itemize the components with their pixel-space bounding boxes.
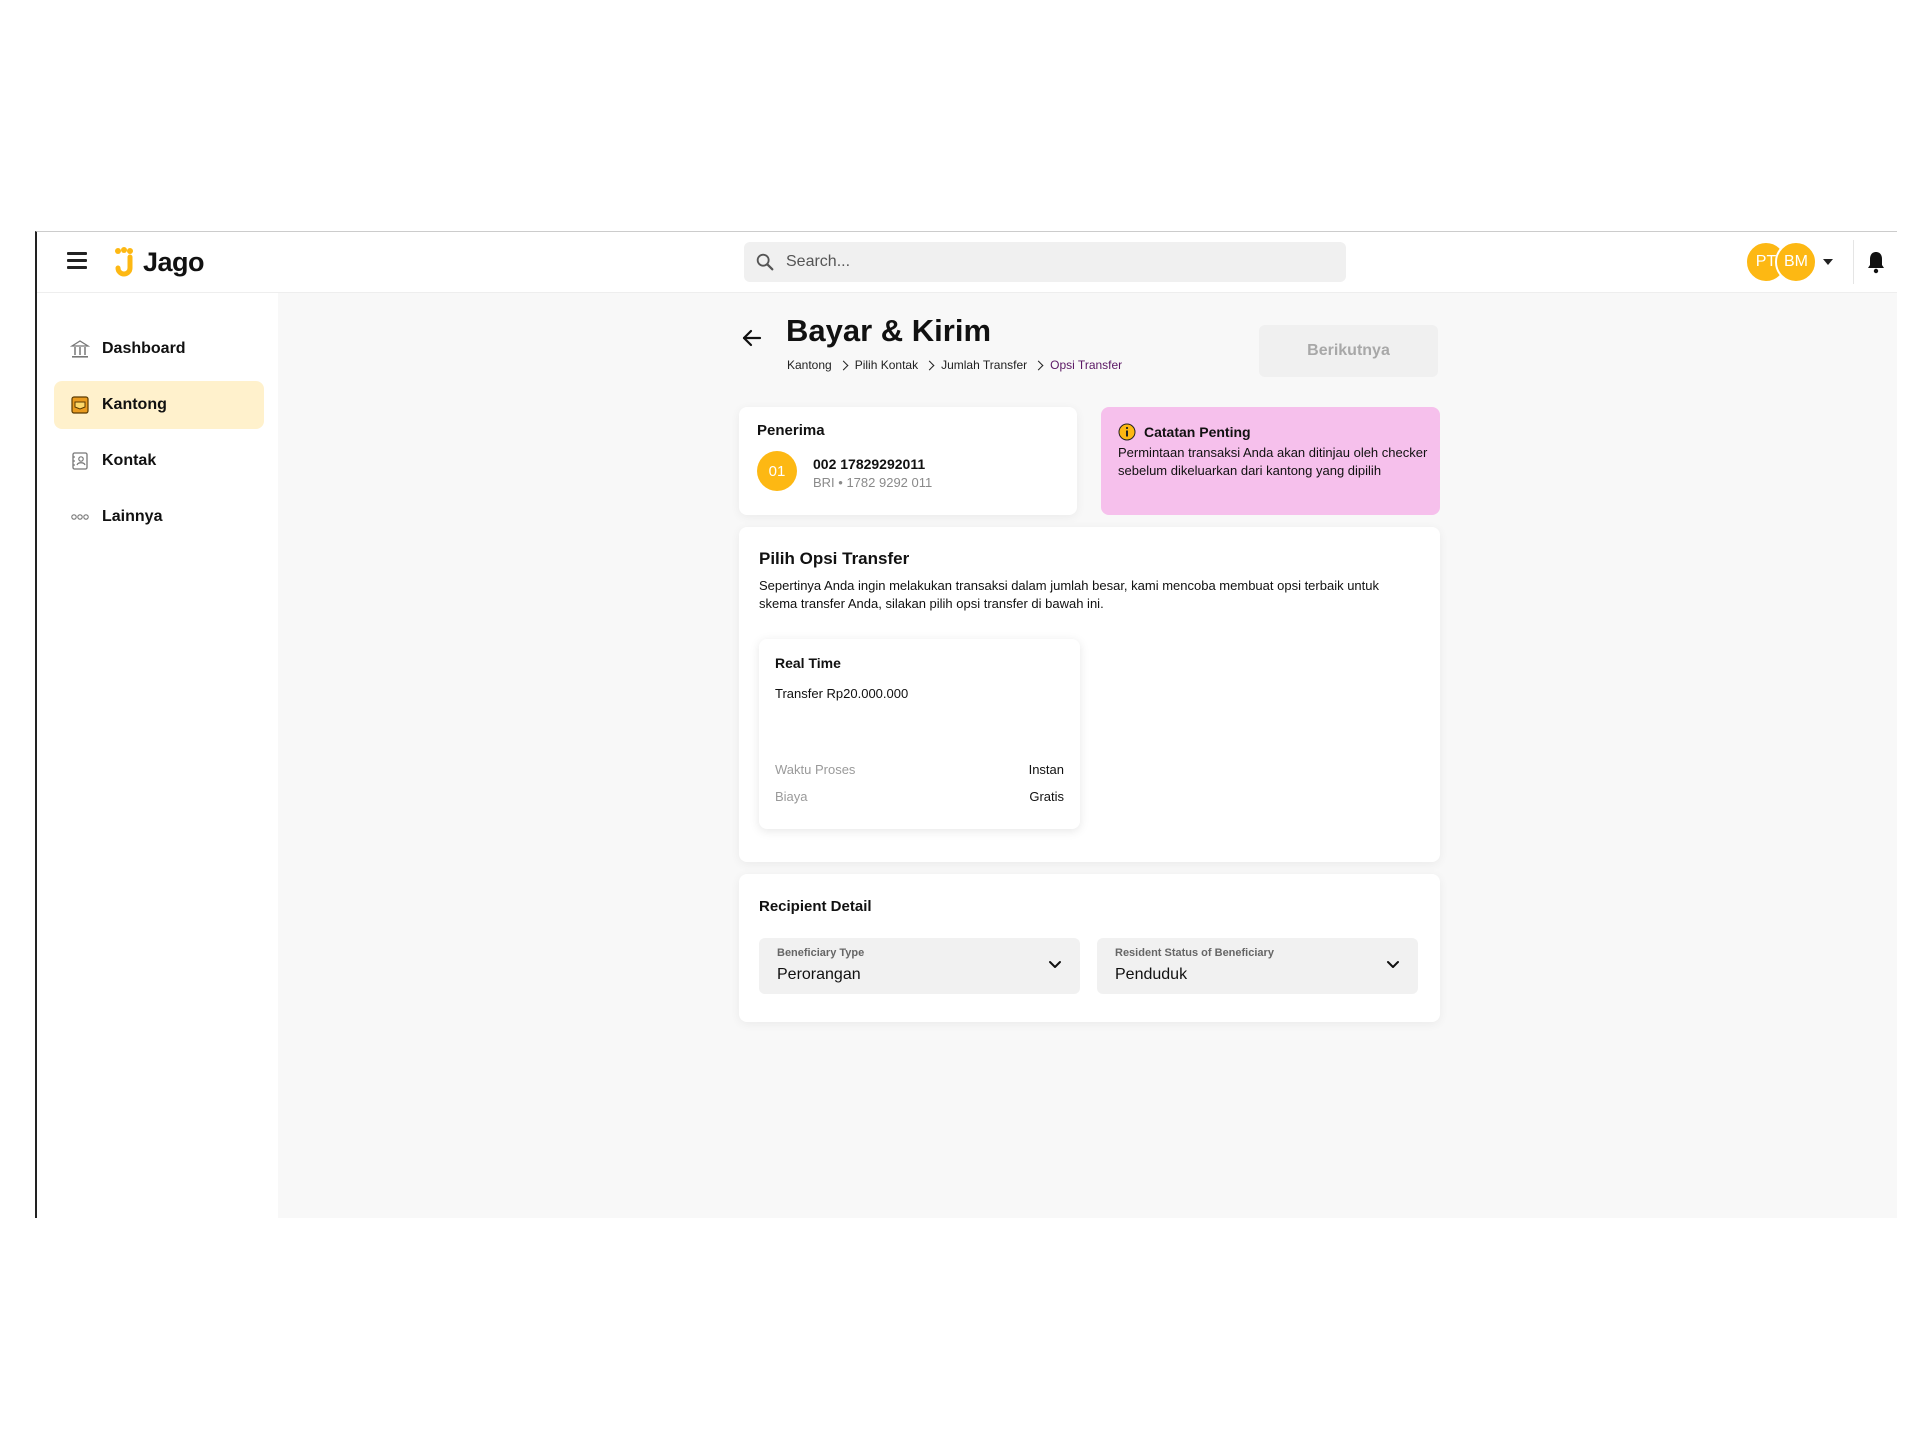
sidebar-item-label: Dashboard	[102, 340, 186, 357]
account-number: 002 17829292011	[813, 456, 926, 472]
more-dots-icon	[71, 514, 89, 520]
option-title: Real Time	[775, 655, 841, 671]
select-value: Penduduk	[1115, 966, 1188, 983]
recipient-card: Penerima 01 002 17829292011 BRI • 1782 9…	[739, 407, 1077, 515]
divider	[1853, 240, 1854, 284]
transfer-options-description: Sepertinya Anda ingin melakukan transaks…	[759, 578, 1380, 611]
resident-status-select[interactable]: Resident Status of Beneficiary Penduduk	[1097, 938, 1418, 994]
sidebar: Dashboard Kantong Kontak Lainnya	[37, 293, 277, 1218]
logo[interactable]: Jago	[113, 244, 205, 280]
sidebar-item-lainnya[interactable]: Lainnya	[54, 493, 264, 541]
page-title: Bayar & Kirim	[786, 313, 992, 348]
recipient-detail-card: Recipient Detail Beneficiary Type Perora…	[739, 874, 1440, 1022]
contact-book-icon	[72, 452, 88, 470]
breadcrumb-item[interactable]: Pilih Kontak	[855, 358, 918, 372]
transfer-options-card: Pilih Opsi Transfer Sepertinya Anda ingi…	[739, 527, 1440, 862]
chevron-right-icon	[1033, 360, 1044, 370]
user-menu[interactable]: PT BM	[1745, 241, 1833, 283]
select-label: Resident Status of Beneficiary	[1115, 947, 1274, 959]
sidebar-item-kantong[interactable]: Kantong	[54, 381, 264, 429]
sidebar-item-label: Kontak	[102, 452, 157, 469]
search-input[interactable]	[784, 252, 1308, 272]
logo-text: Jago	[143, 246, 205, 277]
bell-icon[interactable]	[1866, 250, 1886, 274]
back-arrow-icon[interactable]	[741, 327, 763, 349]
chevron-right-icon	[924, 360, 935, 370]
fee-value: Gratis	[1029, 789, 1064, 804]
breadcrumb: Kantong Pilih Kontak Jumlah Transfer Ops…	[787, 358, 1122, 372]
process-time-value: Instan	[1028, 762, 1064, 777]
process-time-label: Waktu Proses	[775, 762, 856, 777]
sidebar-item-kontak[interactable]: Kontak	[54, 437, 264, 485]
main-content: Bayar & Kirim Kantong Pilih Kontak Jumla…	[278, 293, 1897, 1218]
recipient-detail-title: Recipient Detail	[759, 898, 872, 915]
top-bar: Jago PT BM	[37, 232, 1897, 293]
note-text: Permintaan transaksi Anda akan ditinjau …	[1118, 445, 1428, 478]
search-bar[interactable]	[744, 242, 1346, 282]
app-window: Jago PT BM Dashboard	[35, 231, 1897, 1218]
info-icon	[1118, 423, 1136, 441]
pocket-icon	[71, 396, 89, 414]
breadcrumb-item[interactable]: Jumlah Transfer	[941, 358, 1027, 372]
jago-logo-icon	[115, 247, 133, 277]
menu-icon[interactable]	[67, 252, 87, 270]
next-button[interactable]: Berikutnya	[1259, 325, 1438, 377]
important-note: Catatan Penting Permintaan transaksi And…	[1101, 407, 1440, 515]
transfer-options-title: Pilih Opsi Transfer	[759, 549, 910, 568]
beneficiary-type-select[interactable]: Beneficiary Type Perorangan	[759, 938, 1080, 994]
recipient-badge: 01	[757, 451, 797, 491]
note-title: Catatan Penting	[1144, 424, 1251, 440]
sidebar-item-label: Kantong	[102, 396, 167, 413]
select-value: Perorangan	[777, 966, 861, 983]
chevron-down-icon[interactable]	[1048, 960, 1062, 970]
search-icon	[756, 253, 774, 271]
option-fee-row: Biaya Gratis	[775, 789, 1064, 804]
chevron-right-icon	[838, 360, 849, 370]
avatar[interactable]: BM	[1775, 241, 1817, 283]
fee-label: Biaya	[775, 789, 808, 804]
breadcrumb-item[interactable]: Kantong	[787, 358, 832, 372]
bank-icon	[70, 340, 90, 358]
sidebar-item-label: Lainnya	[102, 508, 163, 525]
recipient-label: Penerima	[757, 422, 825, 439]
option-process-row: Waktu Proses Instan	[775, 762, 1064, 777]
option-amount: Transfer Rp20.000.000	[775, 686, 909, 701]
select-label: Beneficiary Type	[777, 947, 865, 959]
option-real-time[interactable]: Real Time Transfer Rp20.000.000 Waktu Pr…	[759, 639, 1080, 829]
account-bank-info: BRI • 1782 9292 011	[813, 475, 933, 490]
breadcrumb-current: Opsi Transfer	[1050, 358, 1123, 372]
sidebar-item-dashboard[interactable]: Dashboard	[54, 325, 264, 373]
chevron-down-icon[interactable]	[1386, 960, 1400, 970]
caret-down-icon[interactable]	[1823, 259, 1833, 265]
